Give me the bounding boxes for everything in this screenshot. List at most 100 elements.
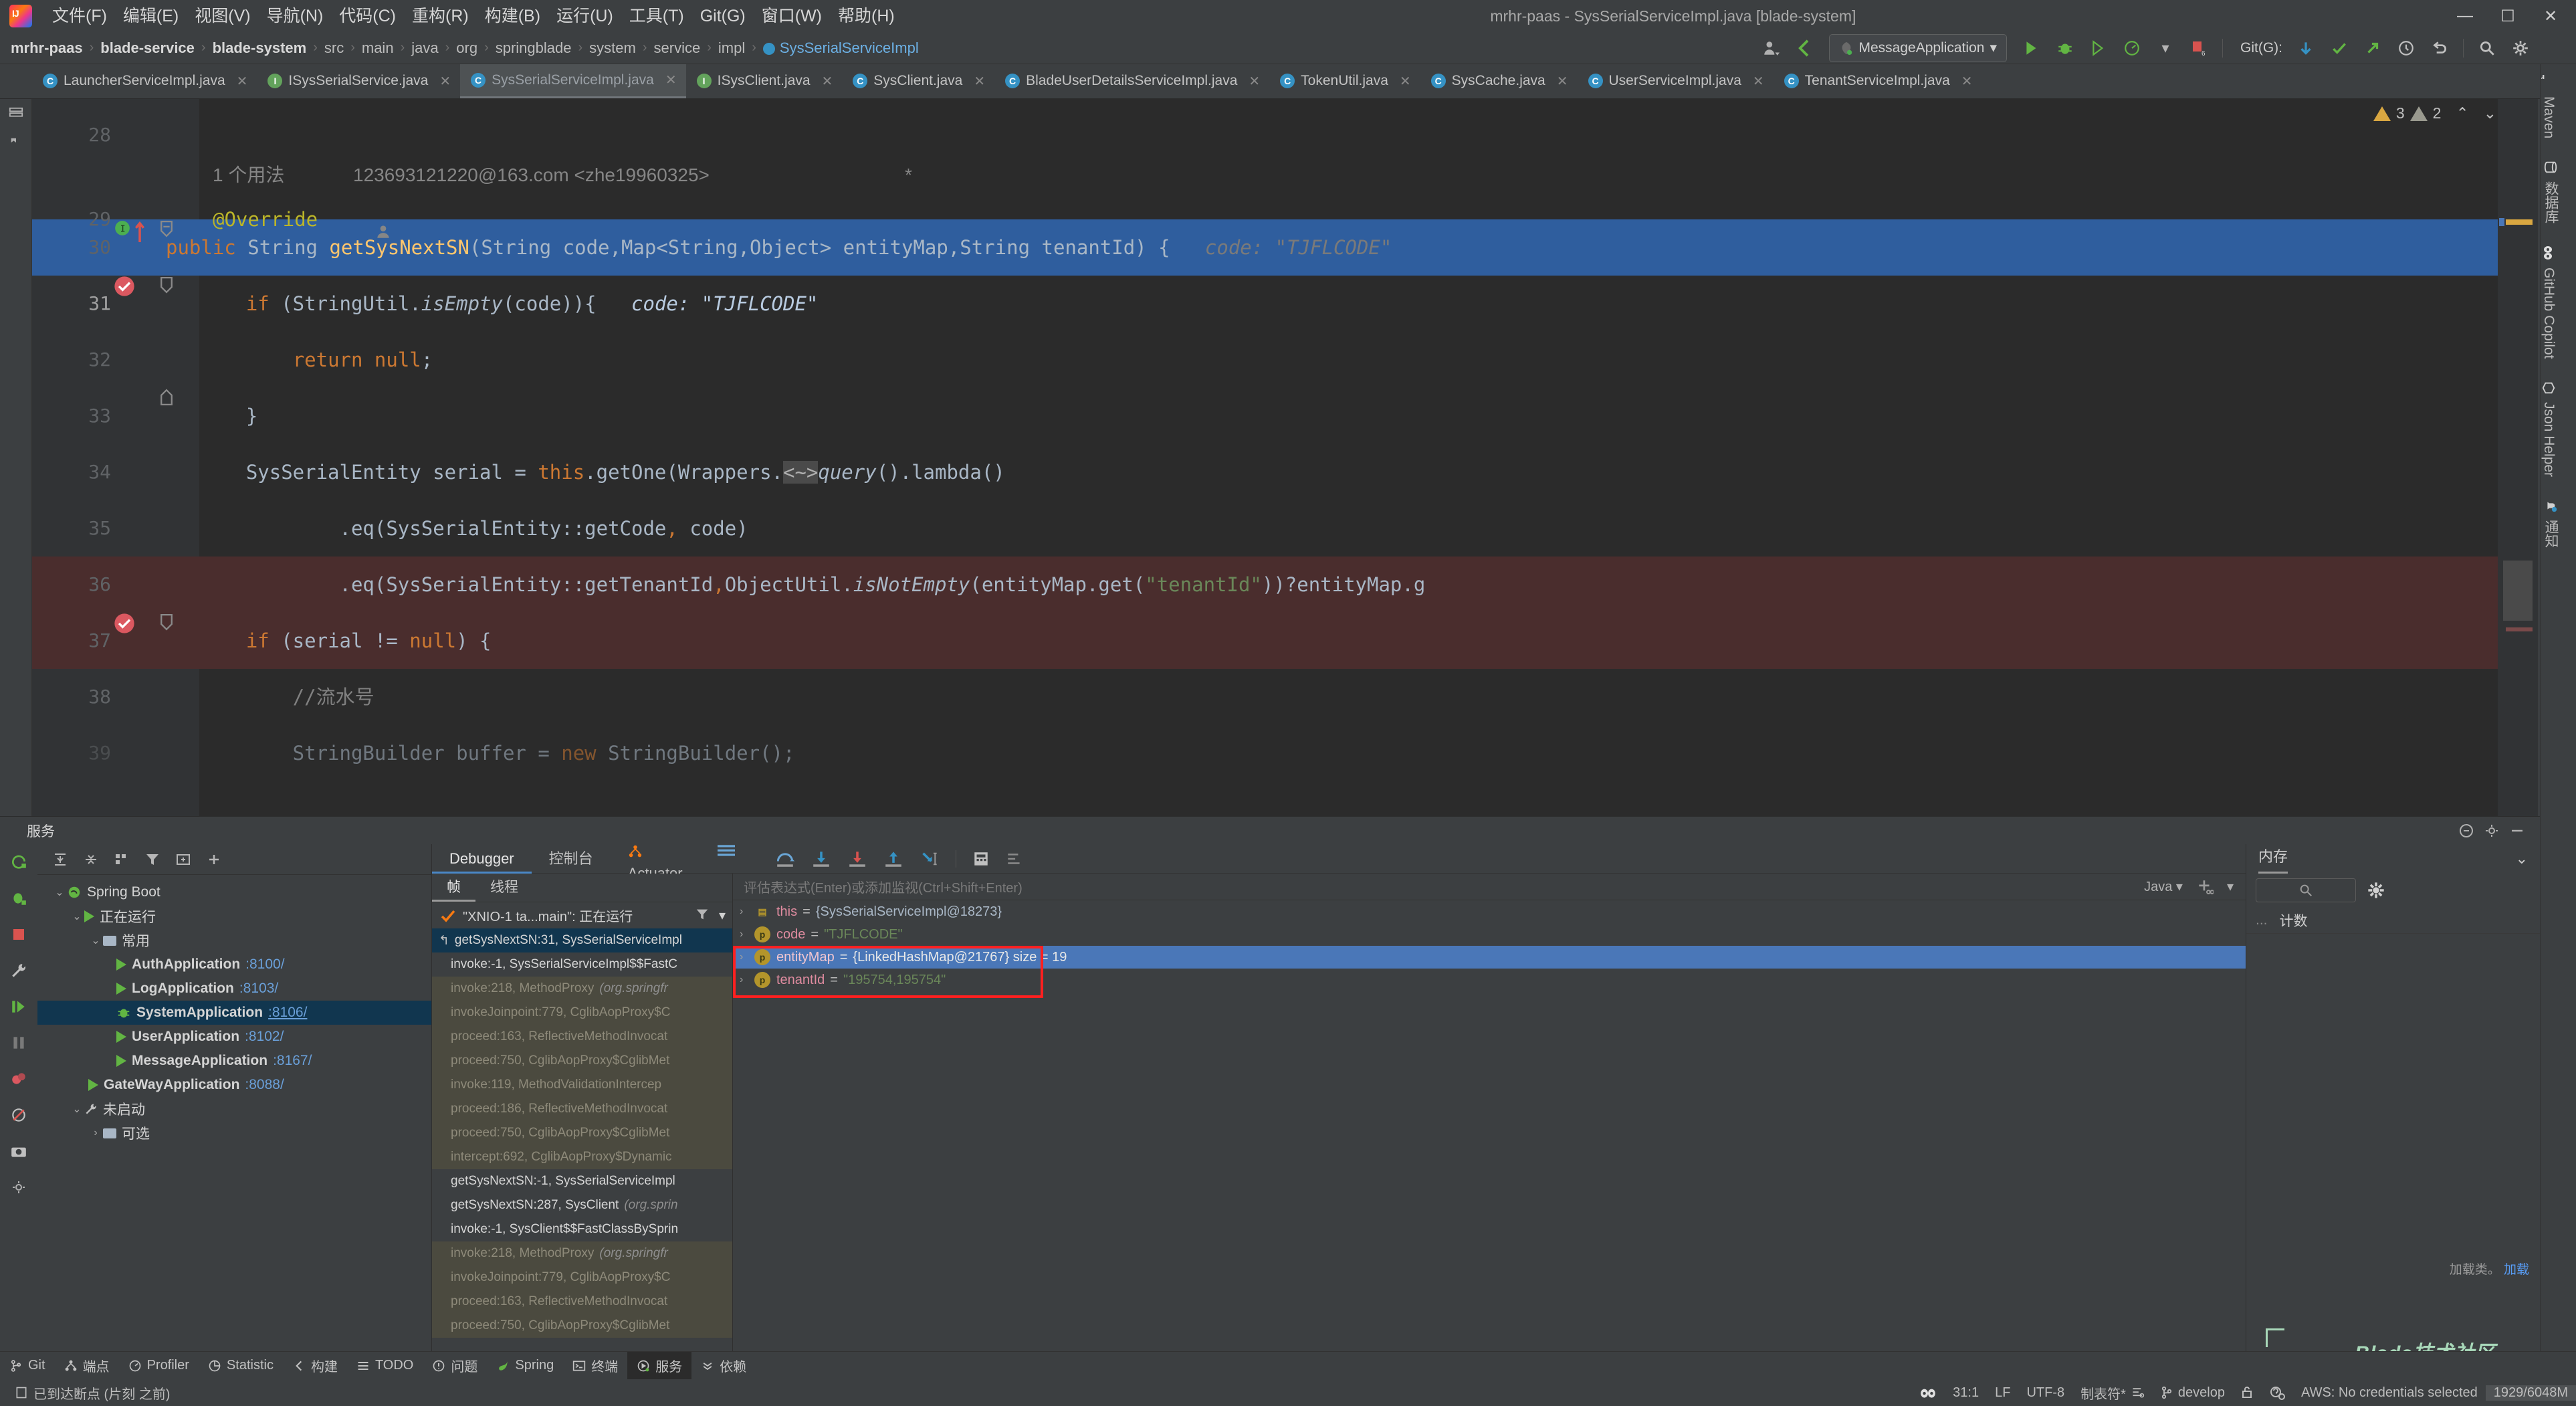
screenshot-icon[interactable] [0,1133,37,1169]
tree-node-optional[interactable]: › 可选 [37,1121,431,1145]
frame-row-13[interactable]: invoke:218, MethodProxy (org.springfr [432,1241,732,1266]
aws-settings-icon[interactable] [2261,1385,2293,1400]
close-icon[interactable]: ✕ [822,73,833,90]
frame-row-7[interactable]: proceed:186, ReflectiveMethodInvocat [432,1097,732,1121]
bottom-tool-spring[interactable]: Spring [487,1352,563,1380]
breadcrumb-item-10[interactable]: impl [718,39,745,57]
filter-icon[interactable] [695,907,710,924]
fold-region-icon[interactable] [159,613,174,631]
menu-code[interactable]: 代码(C) [331,0,404,32]
breadcrumb-item-7[interactable]: springblade [496,39,572,57]
chevron-down-icon[interactable]: ⌄ [52,886,67,899]
bottom-tool-terminal[interactable]: 终端 [563,1352,627,1380]
menu-edit[interactable]: 编辑(E) [115,0,187,32]
frame-row-6[interactable]: invoke:119, MethodValidationIntercep [432,1073,732,1097]
next-problem-icon[interactable]: ⌄ [2474,104,2496,122]
debug-button[interactable] [2050,35,2080,62]
frame-row-4[interactable]: proceed:163, ReflectiveMethodInvocat [432,1025,732,1049]
pause-program-icon[interactable] [0,1025,37,1061]
step-into-icon[interactable] [811,850,831,868]
git-update-icon[interactable] [2290,35,2321,62]
chevron-down-icon[interactable]: ▾ [2150,35,2181,62]
menu-file[interactable]: 文件(F) [44,0,115,32]
close-button[interactable]: ✕ [2529,0,2572,32]
settings-gear-icon[interactable] [2484,823,2500,839]
memory-pane[interactable]: 内存 ⌄ ... 计数 加载类。 加载 [2246,844,2540,1351]
tool-window-copilot[interactable]: GitHub Copilot [2541,234,2557,370]
tab-console[interactable]: 控制台 [532,844,611,874]
settings-wrench-icon[interactable] [0,952,37,989]
frame-row-15[interactable]: proceed:163, ReflectiveMethodInvocat [432,1290,732,1314]
editor-tab-2[interactable]: C SysSerialServiceImpl.java ✕ [460,64,686,98]
chevron-down-icon[interactable]: ⌄ [70,1102,84,1116]
git-history-icon[interactable] [2391,35,2422,62]
bookmarks-icon[interactable] [0,128,32,158]
code-line-35[interactable]: 35 .eq(SysSerialEntity::getCode, code) [32,500,2538,557]
search-icon[interactable] [2472,35,2502,62]
menu-tools[interactable]: 工具(T) [621,0,692,32]
settings-icon[interactable] [0,1169,37,1205]
mute-breakpoints-icon[interactable] [0,1097,37,1133]
run-to-cursor-icon[interactable] [920,850,940,868]
services-tree[interactable]: ⌄ Spring Boot ⌄ 正在运行 ⌄ 常用 AuthApplicatio… [37,844,432,1351]
indent-setting[interactable]: 制表符* [2072,1383,2153,1403]
ai-assistant-icon[interactable] [2539,35,2569,62]
back-arrow-icon[interactable] [1789,35,1820,62]
fold-region-end-icon[interactable] [159,388,174,407]
add-service-icon[interactable] [206,851,222,868]
variables-pane[interactable]: 评估表达式(Enter)或添加监视(Ctrl+Shift+Enter) Java… [733,874,2246,1351]
chevron-down-icon[interactable]: ⌄ [70,910,84,923]
frame-row-5[interactable]: proceed:750, CglibAopProxy$CglibMet [432,1049,732,1073]
service-port-link[interactable]: :8100/ [245,957,284,973]
menu-view[interactable]: 视图(V) [187,0,258,32]
editor-tab-7[interactable]: C SysCache.java ✕ [1420,64,1578,98]
close-icon[interactable]: ✕ [439,73,451,90]
indent-config-icon[interactable] [2131,1386,2145,1399]
breadcrumb-item-2[interactable]: blade-system [213,39,307,57]
chevron-right-icon[interactable]: › [88,1127,103,1139]
tool-window-database[interactable]: 数据库 [2541,149,2561,234]
code-line-39[interactable]: 39 StringBuilder buffer = new StringBuil… [32,725,2538,781]
rerun-debug-icon[interactable] [0,880,37,916]
tab-debugger[interactable]: Debugger [432,844,532,874]
git-commit-icon[interactable] [2324,35,2355,62]
chevron-down-icon[interactable]: ⌄ [88,934,103,947]
frame-row-1[interactable]: invoke:-1, SysSerialServiceImpl$$FastC [432,952,732,977]
add-watch-icon[interactable] [2196,878,2214,896]
tree-node-not-started[interactable]: ⌄ 未启动 [37,1097,431,1121]
bottom-tool-build[interactable]: 构建 [283,1352,347,1380]
subtab-threads[interactable]: 线程 [475,874,533,902]
bottom-tool-dependencies[interactable]: 依赖 [691,1352,756,1380]
memory-class-column[interactable]: ... [2256,912,2268,928]
frames-list[interactable]: ↰ getSysNextSN:31, SysSerialServiceImpl i… [432,928,732,1338]
code-line-38[interactable]: 38 //流水号 [32,669,2538,725]
settings-layout-icon[interactable] [1006,850,1023,868]
aws-credentials-widget[interactable]: AWS: No credentials selected [2293,1385,2486,1401]
code-line-32[interactable]: 32 return null; [32,332,2538,388]
code-line-30[interactable]: 30 I public String getSysNextSN(String c… [32,219,2538,276]
fold-region-icon[interactable] [159,276,174,294]
close-icon[interactable]: ✕ [1400,73,1411,90]
rerun-icon[interactable] [0,844,37,880]
user-avatar-icon[interactable] [1755,35,1786,62]
editor-tab-1[interactable]: I ISysSerialService.java ✕ [257,64,460,98]
editor-tab-4[interactable]: C SysClient.java ✕ [842,64,994,98]
caret-position[interactable]: 31:1 [1945,1385,1987,1401]
frame-row-2[interactable]: invoke:218, MethodProxy (org.springfr [432,977,732,1001]
status-message[interactable]: 已到达断点 (片刻 之前) [0,1383,178,1403]
memory-count-column[interactable]: 计数 [2280,910,2308,930]
stop-button[interactable]: 6 [2183,35,2214,62]
chevron-down-icon[interactable]: ⌄ [2516,850,2528,868]
breadcrumb-item-0[interactable]: mrhr-paas [11,39,83,57]
run-button[interactable] [2016,35,2047,62]
editor-tab-0[interactable]: C LauncherServiceImpl.java ✕ [32,64,257,98]
memory-load-link[interactable]: 加载 [2504,1263,2529,1277]
profile-button[interactable] [2117,35,2147,62]
tree-node-auth-application[interactable]: AuthApplication :8100/ [37,952,431,977]
variable-row-code[interactable]: › p code = "TJFLCODE" [733,923,2246,946]
hide-panel-icon[interactable] [2509,823,2525,839]
breadcrumb-item-6[interactable]: org [456,39,477,57]
frame-row-11[interactable]: getSysNextSN:287, SysClient (org.sprin [432,1193,732,1217]
frame-row-14[interactable]: invokeJoinpoint:779, CglibAopProxy$C [432,1266,732,1290]
bottom-tool-profiler[interactable]: Profiler [119,1352,199,1380]
